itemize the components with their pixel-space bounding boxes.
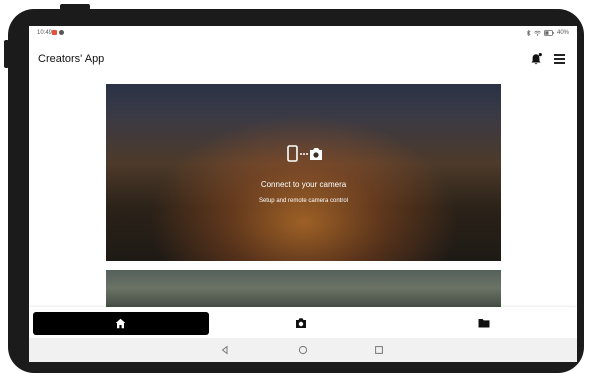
bell-icon[interactable] bbox=[529, 52, 543, 66]
app-title: Creators' App bbox=[38, 53, 105, 65]
camera-connect-icon bbox=[287, 145, 322, 162]
status-time: 10:49 bbox=[37, 30, 53, 36]
status-icons: 40% bbox=[526, 30, 569, 36]
hamburger-menu-icon[interactable] bbox=[554, 54, 565, 64]
camera-icon bbox=[296, 318, 306, 328]
connect-card-subtitle: Setup and remote camera control bbox=[258, 198, 349, 204]
nav-folder-tab[interactable] bbox=[474, 315, 494, 331]
home-icon bbox=[115, 318, 126, 329]
bottom-navigation bbox=[29, 307, 577, 338]
bluetooth-icon bbox=[526, 30, 531, 36]
back-icon[interactable] bbox=[218, 343, 232, 357]
connect-camera-card[interactable]: Connect to your camera Setup and remote … bbox=[106, 84, 501, 261]
photo-card[interactable] bbox=[106, 270, 501, 310]
wifi-icon bbox=[534, 30, 541, 36]
app-indicator-icon bbox=[59, 30, 64, 35]
status-bar: 10:49 40% bbox=[29, 26, 577, 40]
folder-icon bbox=[478, 319, 490, 328]
nav-camera-tab[interactable] bbox=[291, 315, 311, 331]
nav-home-tab[interactable] bbox=[33, 312, 209, 335]
recents-icon[interactable] bbox=[372, 343, 386, 357]
system-navigation-bar bbox=[29, 338, 577, 362]
screen: 10:49 40% Creators' App Connect to your … bbox=[29, 26, 577, 362]
battery-icon bbox=[544, 30, 554, 36]
power-button bbox=[4, 40, 9, 68]
app-header: Creators' App bbox=[29, 46, 577, 72]
notification-indicator-icon bbox=[52, 30, 57, 35]
home-circle-icon[interactable] bbox=[296, 343, 310, 357]
volume-button bbox=[60, 4, 90, 10]
battery-percent: 40% bbox=[556, 30, 569, 36]
connect-card-title: Connect to your camera bbox=[260, 180, 347, 189]
